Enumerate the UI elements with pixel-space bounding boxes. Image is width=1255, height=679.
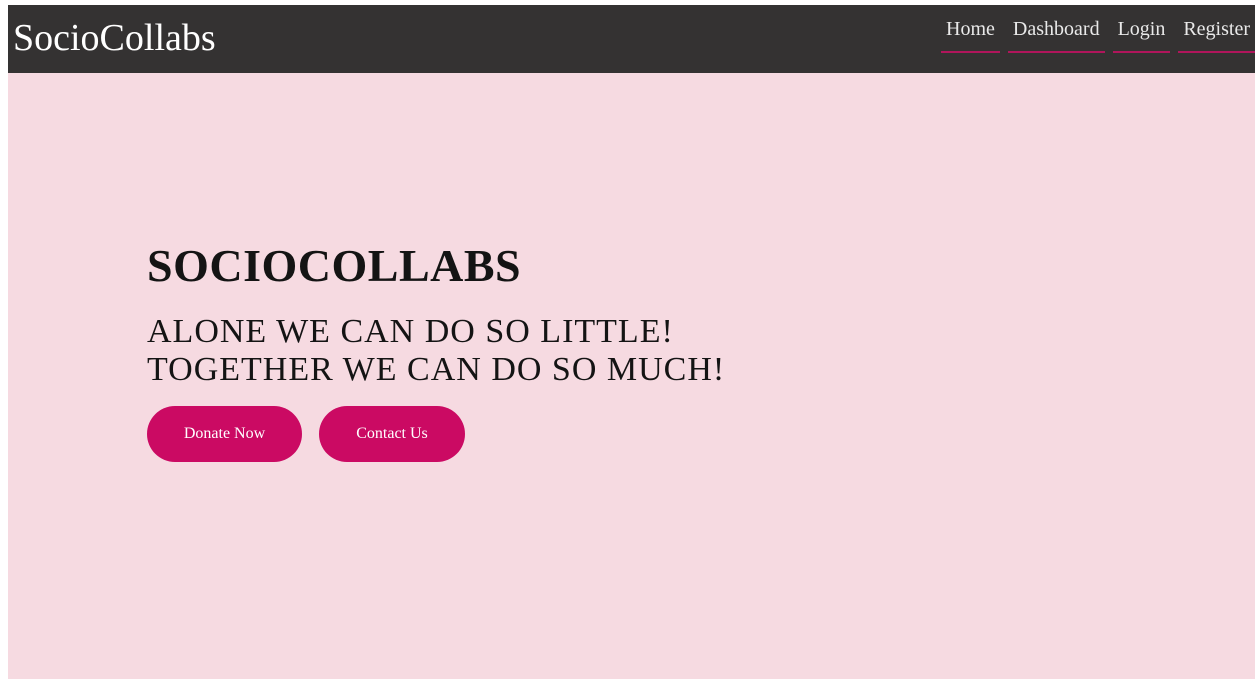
page: SocioCollabs Home Dashboard Login Regist… — [8, 5, 1255, 679]
nav-links: Home Dashboard Login Register — [933, 15, 1255, 53]
hero-tagline-line-2: TOGETHER WE CAN DO SO MUCH! — [147, 351, 726, 388]
hero-title: SOCIOCOLLABS — [147, 240, 522, 291]
hero-buttons: Donate Now Contact Us — [147, 406, 465, 462]
hero-section: SOCIOCOLLABS ALONE WE CAN DO SO LITTLE! … — [147, 237, 947, 462]
navbar: SocioCollabs Home Dashboard Login Regist… — [8, 5, 1255, 73]
hero-tagline-line-1: ALONE WE CAN DO SO LITTLE! — [147, 313, 674, 350]
nav-link-login[interactable]: Login — [1112, 15, 1171, 53]
nav-link-register[interactable]: Register — [1178, 15, 1255, 53]
nav-link-home[interactable]: Home — [941, 15, 1000, 53]
nav-link-dashboard[interactable]: Dashboard — [1007, 15, 1105, 53]
donate-now-button[interactable]: Donate Now — [147, 406, 302, 462]
hero-tagline: ALONE WE CAN DO SO LITTLE! TOGETHER WE C… — [147, 313, 947, 389]
brand-logo-text[interactable]: SocioCollabs — [13, 14, 216, 62]
contact-us-button[interactable]: Contact Us — [319, 406, 465, 462]
